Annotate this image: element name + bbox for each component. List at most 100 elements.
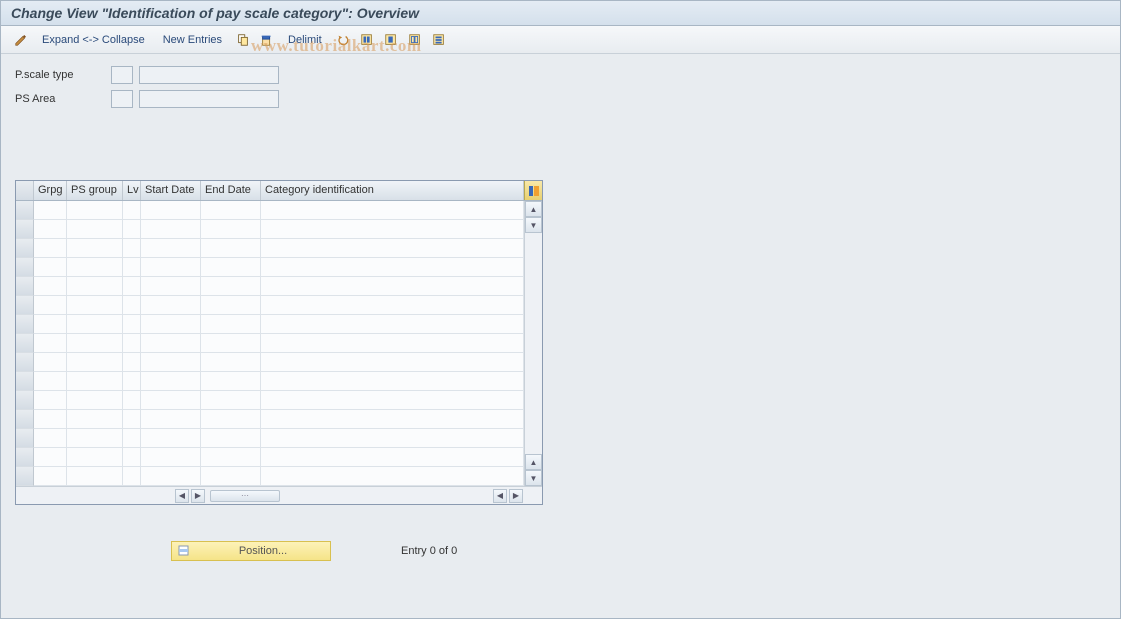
table-row[interactable] bbox=[16, 391, 524, 410]
cell-psgroup[interactable] bbox=[67, 429, 123, 448]
select-block-icon[interactable] bbox=[381, 31, 401, 49]
copy-icon[interactable] bbox=[233, 31, 253, 49]
cell-enddate[interactable] bbox=[201, 410, 261, 429]
cell-lv[interactable] bbox=[123, 448, 141, 467]
row-selector[interactable] bbox=[16, 334, 34, 353]
row-selector[interactable] bbox=[16, 391, 34, 410]
cell-startdate[interactable] bbox=[141, 315, 201, 334]
cell-category[interactable] bbox=[261, 296, 524, 315]
cell-category[interactable] bbox=[261, 429, 524, 448]
cell-category[interactable] bbox=[261, 220, 524, 239]
delete-icon[interactable] bbox=[257, 31, 277, 49]
col-header-psgroup[interactable]: PS group bbox=[67, 181, 123, 200]
cell-enddate[interactable] bbox=[201, 315, 261, 334]
row-selector[interactable] bbox=[16, 258, 34, 277]
cell-lv[interactable] bbox=[123, 258, 141, 277]
table-row[interactable] bbox=[16, 220, 524, 239]
cell-enddate[interactable] bbox=[201, 353, 261, 372]
table-row[interactable] bbox=[16, 258, 524, 277]
hscroll-right-button[interactable]: ▶ bbox=[191, 489, 205, 503]
cell-category[interactable] bbox=[261, 239, 524, 258]
row-selector[interactable] bbox=[16, 201, 34, 220]
table-row[interactable] bbox=[16, 372, 524, 391]
table-row[interactable] bbox=[16, 315, 524, 334]
cell-lv[interactable] bbox=[123, 429, 141, 448]
row-selector[interactable] bbox=[16, 220, 34, 239]
cell-startdate[interactable] bbox=[141, 467, 201, 486]
cell-grpg[interactable] bbox=[34, 296, 67, 315]
cell-enddate[interactable] bbox=[201, 201, 261, 220]
cell-psgroup[interactable] bbox=[67, 239, 123, 258]
deselect-all-icon[interactable] bbox=[405, 31, 425, 49]
cell-lv[interactable] bbox=[123, 391, 141, 410]
cell-enddate[interactable] bbox=[201, 220, 261, 239]
cell-enddate[interactable] bbox=[201, 296, 261, 315]
cell-grpg[interactable] bbox=[34, 429, 67, 448]
cell-startdate[interactable] bbox=[141, 410, 201, 429]
grid-select-all-header[interactable] bbox=[16, 181, 34, 200]
cell-category[interactable] bbox=[261, 353, 524, 372]
cell-startdate[interactable] bbox=[141, 429, 201, 448]
grid-vertical-scrollbar[interactable]: ▲ ▼ ▲ ▼ bbox=[524, 201, 542, 486]
delimit-button[interactable]: Delimit bbox=[281, 31, 329, 49]
cell-psgroup[interactable] bbox=[67, 258, 123, 277]
cell-enddate[interactable] bbox=[201, 277, 261, 296]
cell-lv[interactable] bbox=[123, 334, 141, 353]
table-row[interactable] bbox=[16, 296, 524, 315]
cell-enddate[interactable] bbox=[201, 258, 261, 277]
cell-startdate[interactable] bbox=[141, 372, 201, 391]
row-selector[interactable] bbox=[16, 372, 34, 391]
pscale-type-code-input[interactable] bbox=[111, 66, 133, 84]
cell-category[interactable] bbox=[261, 334, 524, 353]
table-row[interactable] bbox=[16, 277, 524, 296]
cell-startdate[interactable] bbox=[141, 353, 201, 372]
row-selector[interactable] bbox=[16, 296, 34, 315]
col-header-category[interactable]: Category identification bbox=[261, 181, 524, 200]
row-selector[interactable] bbox=[16, 410, 34, 429]
cell-startdate[interactable] bbox=[141, 201, 201, 220]
cell-enddate[interactable] bbox=[201, 448, 261, 467]
cell-grpg[interactable] bbox=[34, 220, 67, 239]
scroll-down-step-button[interactable]: ▼ bbox=[525, 217, 542, 233]
cell-category[interactable] bbox=[261, 277, 524, 296]
cell-lv[interactable] bbox=[123, 201, 141, 220]
col-header-lv[interactable]: Lv bbox=[123, 181, 141, 200]
cell-grpg[interactable] bbox=[34, 448, 67, 467]
cell-category[interactable] bbox=[261, 467, 524, 486]
table-row[interactable] bbox=[16, 429, 524, 448]
new-entries-button[interactable]: New Entries bbox=[156, 31, 229, 49]
cell-startdate[interactable] bbox=[141, 239, 201, 258]
cell-category[interactable] bbox=[261, 201, 524, 220]
cell-psgroup[interactable] bbox=[67, 334, 123, 353]
grid-config-icon[interactable] bbox=[524, 181, 542, 200]
cell-psgroup[interactable] bbox=[67, 391, 123, 410]
cell-grpg[interactable] bbox=[34, 201, 67, 220]
cell-lv[interactable] bbox=[123, 410, 141, 429]
cell-category[interactable] bbox=[261, 410, 524, 429]
cell-psgroup[interactable] bbox=[67, 220, 123, 239]
expand-collapse-button[interactable]: Expand <-> Collapse bbox=[35, 31, 152, 49]
cell-grpg[interactable] bbox=[34, 258, 67, 277]
cell-psgroup[interactable] bbox=[67, 296, 123, 315]
cell-lv[interactable] bbox=[123, 372, 141, 391]
toggle-display-change-icon[interactable] bbox=[11, 31, 31, 49]
cell-lv[interactable] bbox=[123, 296, 141, 315]
scroll-up-step-button[interactable]: ▲ bbox=[525, 454, 542, 470]
row-selector[interactable] bbox=[16, 353, 34, 372]
hscroll-left-button[interactable]: ◀ bbox=[175, 489, 189, 503]
cell-psgroup[interactable] bbox=[67, 201, 123, 220]
cell-category[interactable] bbox=[261, 448, 524, 467]
cell-psgroup[interactable] bbox=[67, 277, 123, 296]
cell-lv[interactable] bbox=[123, 315, 141, 334]
cell-startdate[interactable] bbox=[141, 448, 201, 467]
row-selector[interactable] bbox=[16, 277, 34, 296]
configuration-icon[interactable] bbox=[429, 31, 449, 49]
row-selector[interactable] bbox=[16, 239, 34, 258]
table-row[interactable] bbox=[16, 239, 524, 258]
cell-psgroup[interactable] bbox=[67, 410, 123, 429]
table-row[interactable] bbox=[16, 467, 524, 486]
cell-startdate[interactable] bbox=[141, 277, 201, 296]
hscroll-right2-button[interactable]: ▶ bbox=[509, 489, 523, 503]
hscroll-left2-button[interactable]: ◀ bbox=[493, 489, 507, 503]
cell-lv[interactable] bbox=[123, 239, 141, 258]
